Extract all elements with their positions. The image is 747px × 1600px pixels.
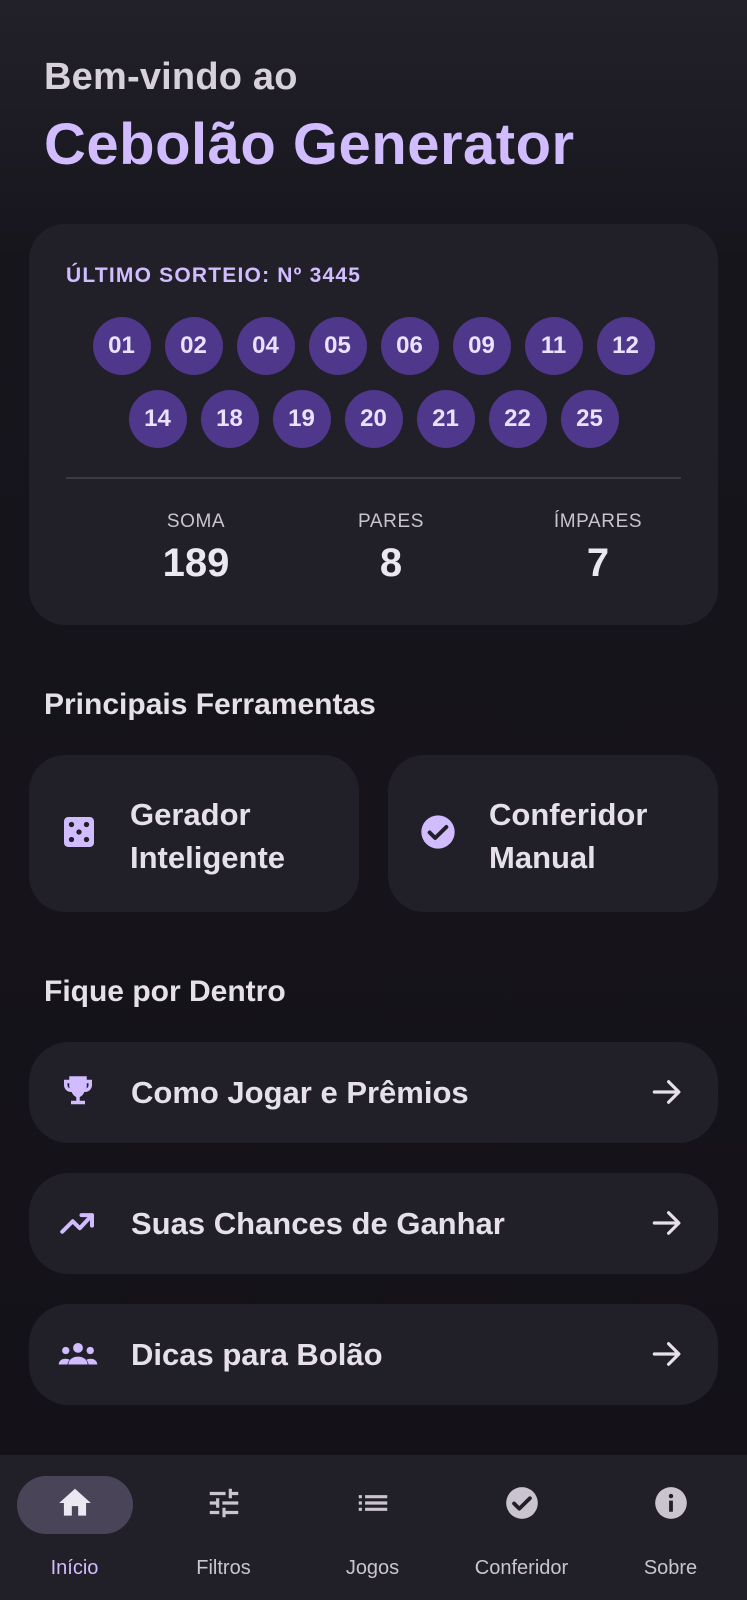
nav-label: Sobre bbox=[643, 1557, 698, 1579]
arrow-right-icon bbox=[648, 1335, 686, 1373]
nav-label: Filtros bbox=[196, 1557, 251, 1579]
divider bbox=[66, 477, 681, 479]
nav-item-checker[interactable]: Conferidor bbox=[447, 1455, 596, 1600]
home-screen: Bem-vindo ao Cebolão Generator ÚLTIMO SO… bbox=[0, 0, 747, 1600]
drawn-number: 21 bbox=[416, 390, 475, 448]
numbers-row-1: 01 02 04 05 06 09 11 12 bbox=[29, 317, 718, 375]
drawn-number: 20 bbox=[344, 390, 403, 448]
drawn-number: 11 bbox=[524, 317, 583, 375]
drawn-number: 06 bbox=[380, 317, 439, 375]
trending-up-icon bbox=[57, 1202, 99, 1244]
nav-indicator bbox=[315, 1476, 431, 1534]
check-circle-icon bbox=[503, 1484, 541, 1527]
nav-item-games[interactable]: Jogos bbox=[298, 1455, 447, 1600]
header: Bem-vindo ao Cebolão Generator bbox=[44, 56, 575, 178]
welcome-text: Bem-vindo ao bbox=[44, 56, 298, 98]
numbers-row-2: 14 18 19 20 21 22 25 bbox=[29, 390, 718, 448]
link-label: Dicas para Bolão bbox=[131, 1337, 383, 1372]
app-title: Cebolão Generator bbox=[44, 112, 575, 177]
arrow-right-icon bbox=[648, 1073, 686, 1111]
drawn-number: 04 bbox=[236, 317, 295, 375]
home-icon bbox=[56, 1484, 94, 1527]
tool-label: Gerador Inteligente bbox=[130, 797, 286, 875]
tune-icon bbox=[205, 1484, 243, 1527]
stat-even: PARES 8 bbox=[291, 511, 491, 586]
drawn-number: 22 bbox=[488, 390, 547, 448]
dice-icon bbox=[59, 812, 99, 852]
stat-value: 8 bbox=[379, 541, 403, 585]
nav-label: Início bbox=[50, 1557, 99, 1579]
nav-item-filters[interactable]: Filtros bbox=[149, 1455, 298, 1600]
group-icon bbox=[57, 1333, 99, 1375]
stat-value: 189 bbox=[162, 541, 230, 585]
nav-label: Jogos bbox=[345, 1557, 400, 1579]
info-section-title: Fique por Dentro bbox=[44, 975, 286, 1008]
nav-item-home[interactable]: Início bbox=[0, 1455, 149, 1600]
bottom-navigation: Início Filtros Jogos Conferidor Sobre bbox=[0, 1455, 747, 1600]
info-icon bbox=[652, 1484, 690, 1527]
nav-indicator bbox=[16, 1476, 133, 1534]
drawn-number: 09 bbox=[452, 317, 511, 375]
drawn-number: 18 bbox=[200, 390, 259, 448]
drawn-number: 25 bbox=[560, 390, 619, 448]
drawn-number: 05 bbox=[308, 317, 367, 375]
link-label: Suas Chances de Ganhar bbox=[131, 1206, 505, 1241]
smart-generator-card[interactable]: Gerador Inteligente bbox=[29, 755, 359, 912]
nav-indicator bbox=[613, 1476, 729, 1534]
tools-section-title: Principais Ferramentas bbox=[44, 688, 376, 721]
nav-indicator bbox=[464, 1476, 580, 1534]
how-to-play-link[interactable]: Como Jogar e Prêmios bbox=[29, 1042, 718, 1143]
drawn-number: 02 bbox=[164, 317, 223, 375]
trophy-icon bbox=[57, 1071, 99, 1113]
stat-value: 7 bbox=[586, 541, 610, 585]
arrow-right-icon bbox=[648, 1204, 686, 1242]
last-draw-card: ÚLTIMO SORTEIO: Nº 3445 01 02 04 05 06 0… bbox=[29, 224, 718, 625]
stat-label: PARES bbox=[357, 511, 424, 532]
manual-checker-card[interactable]: Conferidor Manual bbox=[388, 755, 718, 912]
drawn-number: 14 bbox=[128, 390, 187, 448]
nav-indicator bbox=[166, 1476, 282, 1534]
drawn-number: 19 bbox=[272, 390, 331, 448]
nav-label: Conferidor bbox=[474, 1557, 569, 1579]
drawn-number: 12 bbox=[596, 317, 655, 375]
drawn-number: 01 bbox=[92, 317, 151, 375]
tool-label: Conferidor Manual bbox=[489, 797, 648, 875]
list-icon bbox=[354, 1484, 392, 1527]
last-draw-title: ÚLTIMO SORTEIO: Nº 3445 bbox=[66, 264, 362, 287]
stat-odd: ÍMPARES 7 bbox=[498, 511, 698, 586]
stat-sum: SOMA 189 bbox=[96, 511, 296, 586]
link-label: Como Jogar e Prêmios bbox=[131, 1075, 469, 1110]
stat-label: SOMA bbox=[166, 511, 226, 532]
check-circle-icon bbox=[418, 812, 458, 852]
stat-label: ÍMPARES bbox=[553, 511, 643, 532]
pool-tips-link[interactable]: Dicas para Bolão bbox=[29, 1304, 718, 1405]
nav-item-about[interactable]: Sobre bbox=[596, 1455, 745, 1600]
winning-chances-link[interactable]: Suas Chances de Ganhar bbox=[29, 1173, 718, 1274]
